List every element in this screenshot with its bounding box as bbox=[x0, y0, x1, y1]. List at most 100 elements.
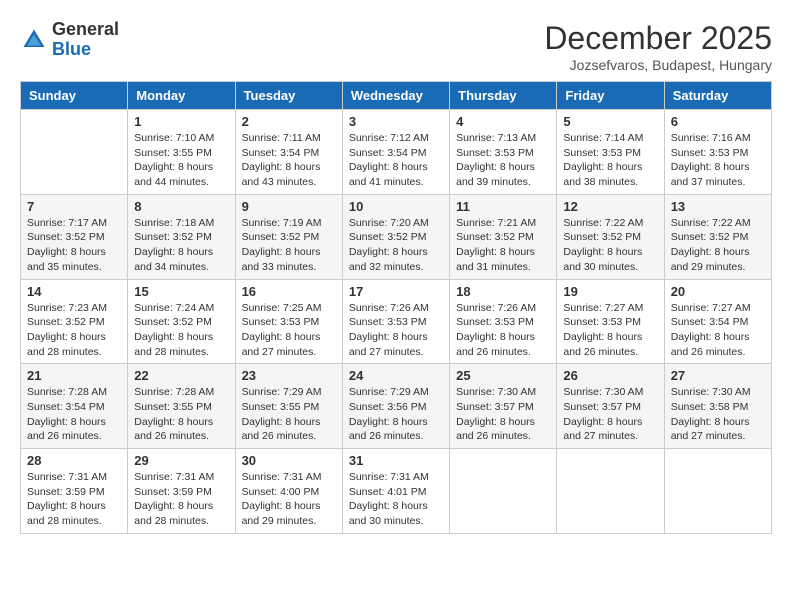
day-info: Sunrise: 7:10 AM Sunset: 3:55 PM Dayligh… bbox=[134, 131, 228, 190]
calendar-cell: 26 Sunrise: 7:30 AM Sunset: 3:57 PM Dayli… bbox=[557, 364, 664, 449]
day-info: Sunrise: 7:29 AM Sunset: 3:56 PM Dayligh… bbox=[349, 385, 443, 444]
day-info: Sunrise: 7:27 AM Sunset: 3:54 PM Dayligh… bbox=[671, 301, 765, 360]
day-number: 6 bbox=[671, 114, 765, 129]
calendar-cell: 19 Sunrise: 7:27 AM Sunset: 3:53 PM Dayli… bbox=[557, 279, 664, 364]
calendar-cell: 29 Sunrise: 7:31 AM Sunset: 3:59 PM Dayli… bbox=[128, 449, 235, 534]
calendar-cell: 11 Sunrise: 7:21 AM Sunset: 3:52 PM Dayli… bbox=[450, 194, 557, 279]
day-number: 30 bbox=[242, 453, 336, 468]
day-number: 28 bbox=[27, 453, 121, 468]
day-number: 14 bbox=[27, 284, 121, 299]
calendar-cell: 1Sunrise: 7:10 AM Sunset: 3:55 PM Daylig… bbox=[128, 110, 235, 195]
day-info: Sunrise: 7:19 AM Sunset: 3:52 PM Dayligh… bbox=[242, 216, 336, 275]
day-number: 17 bbox=[349, 284, 443, 299]
day-number: 15 bbox=[134, 284, 228, 299]
calendar-table: SundayMondayTuesdayWednesdayThursdayFrid… bbox=[20, 81, 772, 534]
weekday-header-thursday: Thursday bbox=[450, 82, 557, 110]
day-info: Sunrise: 7:23 AM Sunset: 3:52 PM Dayligh… bbox=[27, 301, 121, 360]
day-number: 4 bbox=[456, 114, 550, 129]
day-info: Sunrise: 7:17 AM Sunset: 3:52 PM Dayligh… bbox=[27, 216, 121, 275]
calendar-cell bbox=[664, 449, 771, 534]
day-number: 5 bbox=[563, 114, 657, 129]
calendar-cell: 15Sunrise: 7:24 AM Sunset: 3:52 PM Dayli… bbox=[128, 279, 235, 364]
calendar-cell: 7 Sunrise: 7:17 AM Sunset: 3:52 PM Daylig… bbox=[21, 194, 128, 279]
day-number: 3 bbox=[349, 114, 443, 129]
day-number: 20 bbox=[671, 284, 765, 299]
day-number: 27 bbox=[671, 368, 765, 383]
day-number: 16 bbox=[242, 284, 336, 299]
day-info: Sunrise: 7:26 AM Sunset: 3:53 PM Dayligh… bbox=[456, 301, 550, 360]
day-info: Sunrise: 7:31 AM Sunset: 4:00 PM Dayligh… bbox=[242, 470, 336, 529]
logo-icon bbox=[20, 26, 48, 54]
logo-text: General Blue bbox=[52, 20, 119, 60]
calendar-cell bbox=[21, 110, 128, 195]
calendar-cell: 10 Sunrise: 7:20 AM Sunset: 3:52 PM Dayli… bbox=[342, 194, 449, 279]
weekday-header-friday: Friday bbox=[557, 82, 664, 110]
day-number: 29 bbox=[134, 453, 228, 468]
calendar-cell bbox=[450, 449, 557, 534]
day-info: Sunrise: 7:11 AM Sunset: 3:54 PM Dayligh… bbox=[242, 131, 336, 190]
day-number: 13 bbox=[671, 199, 765, 214]
day-number: 10 bbox=[349, 199, 443, 214]
calendar-cell: 8 Sunrise: 7:18 AM Sunset: 3:52 PM Daylig… bbox=[128, 194, 235, 279]
day-info: Sunrise: 7:25 AM Sunset: 3:53 PM Dayligh… bbox=[242, 301, 336, 360]
weekday-header-sunday: Sunday bbox=[21, 82, 128, 110]
day-number: 24 bbox=[349, 368, 443, 383]
month-title: December 2025 bbox=[544, 20, 772, 57]
day-info: Sunrise: 7:26 AM Sunset: 3:53 PM Dayligh… bbox=[349, 301, 443, 360]
calendar-cell: 25Sunrise: 7:30 AM Sunset: 3:57 PM Dayli… bbox=[450, 364, 557, 449]
calendar-cell: 22Sunrise: 7:28 AM Sunset: 3:55 PM Dayli… bbox=[128, 364, 235, 449]
calendar-cell: 30 Sunrise: 7:31 AM Sunset: 4:00 PM Dayli… bbox=[235, 449, 342, 534]
day-number: 9 bbox=[242, 199, 336, 214]
calendar-cell: 9 Sunrise: 7:19 AM Sunset: 3:52 PM Daylig… bbox=[235, 194, 342, 279]
day-info: Sunrise: 7:18 AM Sunset: 3:52 PM Dayligh… bbox=[134, 216, 228, 275]
day-number: 18 bbox=[456, 284, 550, 299]
title-block: December 2025 Jozsefvaros, Budapest, Hun… bbox=[544, 20, 772, 73]
calendar-cell: 20 Sunrise: 7:27 AM Sunset: 3:54 PM Dayli… bbox=[664, 279, 771, 364]
calendar-cell: 16 Sunrise: 7:25 AM Sunset: 3:53 PM Dayli… bbox=[235, 279, 342, 364]
day-number: 12 bbox=[563, 199, 657, 214]
calendar-cell: 23Sunrise: 7:29 AM Sunset: 3:55 PM Dayli… bbox=[235, 364, 342, 449]
day-info: Sunrise: 7:31 AM Sunset: 3:59 PM Dayligh… bbox=[134, 470, 228, 529]
day-number: 26 bbox=[563, 368, 657, 383]
calendar-cell: 4 Sunrise: 7:13 AM Sunset: 3:53 PM Daylig… bbox=[450, 110, 557, 195]
calendar-cell: 2Sunrise: 7:11 AM Sunset: 3:54 PM Daylig… bbox=[235, 110, 342, 195]
day-info: Sunrise: 7:12 AM Sunset: 3:54 PM Dayligh… bbox=[349, 131, 443, 190]
day-number: 7 bbox=[27, 199, 121, 214]
page-header: General Blue December 2025 Jozsefvaros, … bbox=[20, 20, 772, 73]
day-info: Sunrise: 7:30 AM Sunset: 3:57 PM Dayligh… bbox=[563, 385, 657, 444]
day-number: 21 bbox=[27, 368, 121, 383]
day-number: 8 bbox=[134, 199, 228, 214]
weekday-header-tuesday: Tuesday bbox=[235, 82, 342, 110]
calendar-cell: 5 Sunrise: 7:14 AM Sunset: 3:53 PM Daylig… bbox=[557, 110, 664, 195]
day-info: Sunrise: 7:20 AM Sunset: 3:52 PM Dayligh… bbox=[349, 216, 443, 275]
day-info: Sunrise: 7:16 AM Sunset: 3:53 PM Dayligh… bbox=[671, 131, 765, 190]
day-info: Sunrise: 7:22 AM Sunset: 3:52 PM Dayligh… bbox=[671, 216, 765, 275]
calendar-cell bbox=[557, 449, 664, 534]
day-number: 31 bbox=[349, 453, 443, 468]
day-info: Sunrise: 7:13 AM Sunset: 3:53 PM Dayligh… bbox=[456, 131, 550, 190]
logo: General Blue bbox=[20, 20, 119, 60]
calendar-week-row: 28 Sunrise: 7:31 AM Sunset: 3:59 PM Dayli… bbox=[21, 449, 772, 534]
day-info: Sunrise: 7:21 AM Sunset: 3:52 PM Dayligh… bbox=[456, 216, 550, 275]
day-number: 11 bbox=[456, 199, 550, 214]
calendar-week-row: 7 Sunrise: 7:17 AM Sunset: 3:52 PM Daylig… bbox=[21, 194, 772, 279]
day-info: Sunrise: 7:27 AM Sunset: 3:53 PM Dayligh… bbox=[563, 301, 657, 360]
day-info: Sunrise: 7:22 AM Sunset: 3:52 PM Dayligh… bbox=[563, 216, 657, 275]
weekday-header-saturday: Saturday bbox=[664, 82, 771, 110]
calendar-cell: 31Sunrise: 7:31 AM Sunset: 4:01 PM Dayli… bbox=[342, 449, 449, 534]
day-info: Sunrise: 7:14 AM Sunset: 3:53 PM Dayligh… bbox=[563, 131, 657, 190]
calendar-week-row: 14 Sunrise: 7:23 AM Sunset: 3:52 PM Dayli… bbox=[21, 279, 772, 364]
calendar-cell: 6 Sunrise: 7:16 AM Sunset: 3:53 PM Daylig… bbox=[664, 110, 771, 195]
calendar-cell: 14 Sunrise: 7:23 AM Sunset: 3:52 PM Dayli… bbox=[21, 279, 128, 364]
logo-blue: Blue bbox=[52, 39, 91, 59]
calendar-cell: 3 Sunrise: 7:12 AM Sunset: 3:54 PM Daylig… bbox=[342, 110, 449, 195]
weekday-header-monday: Monday bbox=[128, 82, 235, 110]
location: Jozsefvaros, Budapest, Hungary bbox=[544, 57, 772, 73]
calendar-cell: 21Sunrise: 7:28 AM Sunset: 3:54 PM Dayli… bbox=[21, 364, 128, 449]
calendar-cell: 13 Sunrise: 7:22 AM Sunset: 3:52 PM Dayli… bbox=[664, 194, 771, 279]
day-number: 25 bbox=[456, 368, 550, 383]
weekday-header-row: SundayMondayTuesdayWednesdayThursdayFrid… bbox=[21, 82, 772, 110]
day-number: 19 bbox=[563, 284, 657, 299]
calendar-cell: 27Sunrise: 7:30 AM Sunset: 3:58 PM Dayli… bbox=[664, 364, 771, 449]
day-number: 22 bbox=[134, 368, 228, 383]
